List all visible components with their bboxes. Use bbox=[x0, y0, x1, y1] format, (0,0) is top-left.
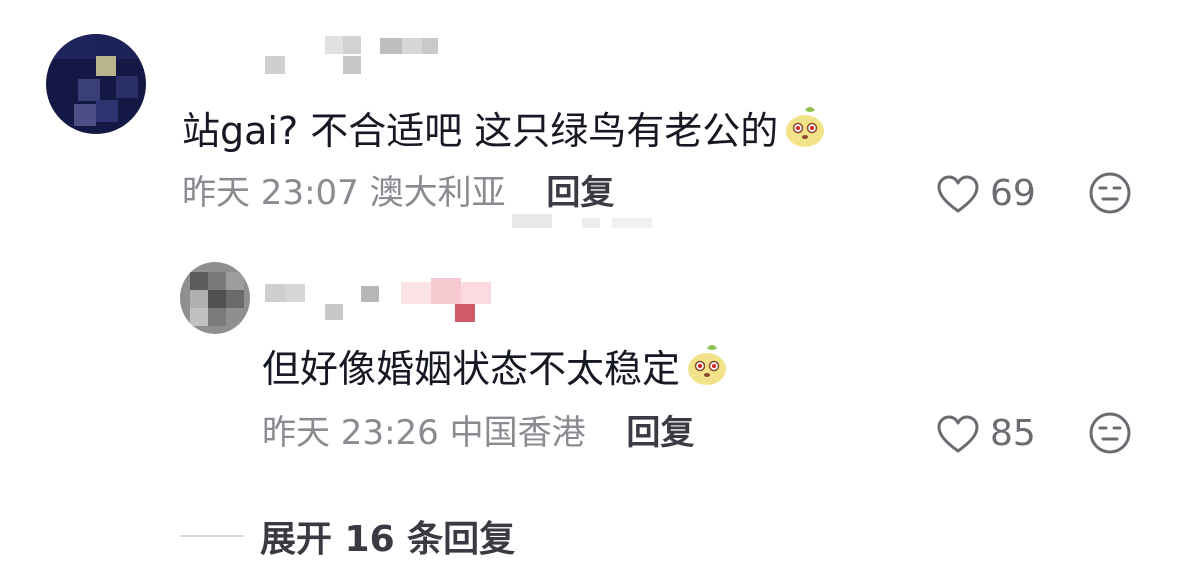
reply-dislike-button[interactable] bbox=[1088, 411, 1132, 459]
reply-text: 但好像婚姻状态不太稳定 bbox=[262, 342, 730, 394]
heart-icon bbox=[937, 175, 979, 213]
reply-button[interactable]: 回复 bbox=[546, 173, 614, 213]
reply-meta: 昨天 23:26 中国香港 回复 bbox=[262, 416, 694, 450]
reply-text-content: 但好像婚姻状态不太稳定 bbox=[262, 347, 681, 391]
like-button[interactable]: 69 bbox=[936, 174, 1036, 214]
expand-replies-button[interactable]: 展开 16 条回复 bbox=[180, 510, 515, 562]
meh-face-icon bbox=[1089, 412, 1131, 454]
expand-divider bbox=[180, 535, 244, 537]
mango-face-emoji-icon bbox=[684, 342, 730, 394]
heart-icon bbox=[937, 415, 979, 453]
reply-like-button[interactable]: 85 bbox=[936, 414, 1036, 454]
reply-time: 昨天 23:26 bbox=[262, 413, 439, 453]
comment-time: 昨天 23:07 bbox=[182, 173, 359, 213]
reply-location: 中国香港 bbox=[449, 413, 586, 453]
comment-thread: 站gai? 不合适吧 这只绿鸟有老公的 昨天 23:07 澳大利亚 回复 69 bbox=[0, 0, 1200, 580]
comment-username[interactable] bbox=[265, 36, 445, 78]
reply-username[interactable] bbox=[265, 272, 525, 324]
reply-like-count: 85 bbox=[990, 413, 1036, 454]
expand-replies-label: 展开 16 条回复 bbox=[260, 519, 516, 560]
comment-avatar[interactable] bbox=[46, 34, 146, 134]
like-count: 69 bbox=[990, 173, 1036, 214]
reply-avatar[interactable] bbox=[180, 262, 250, 334]
redaction-pixels bbox=[512, 214, 652, 230]
comment-location: 澳大利亚 bbox=[369, 173, 506, 213]
mango-face-emoji-icon bbox=[782, 104, 828, 156]
comment-meta: 昨天 23:07 澳大利亚 回复 bbox=[182, 176, 614, 210]
comment-text-content: 站gai? 不合适吧 这只绿鸟有老公的 bbox=[182, 109, 779, 153]
reply-button[interactable]: 回复 bbox=[626, 413, 694, 453]
comment-text: 站gai? 不合适吧 这只绿鸟有老公的 bbox=[182, 104, 828, 156]
meh-face-icon bbox=[1089, 172, 1131, 214]
dislike-button[interactable] bbox=[1088, 171, 1132, 219]
